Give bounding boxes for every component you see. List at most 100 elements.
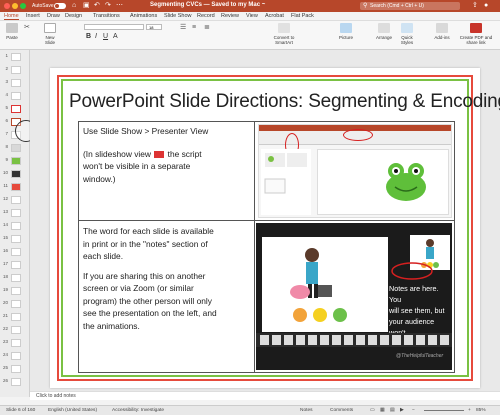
- font-family-dropdown[interactable]: [84, 24, 144, 30]
- tab-transitions[interactable]: Transitions: [93, 13, 120, 19]
- strip-thumb: [344, 335, 353, 345]
- slideshow-view-icon[interactable]: ▶: [400, 406, 404, 415]
- slide[interactable]: PowerPoint Slide Directions: Segmenting …: [50, 68, 500, 388]
- thumbnail-number: 20: [2, 300, 8, 305]
- thumbnail-number: 19: [2, 287, 8, 292]
- notes-annotation-circle: [391, 262, 433, 280]
- picture-button[interactable]: Picture: [336, 23, 356, 40]
- paste-button[interactable]: Paste: [4, 23, 20, 40]
- reading-view-icon[interactable]: ▤: [390, 406, 395, 415]
- notes-line: Notes are here. You: [389, 284, 439, 304]
- profile-icon[interactable]: ●: [484, 2, 488, 10]
- thumbnail-image: [11, 105, 21, 113]
- add-ins-icon: [436, 23, 448, 33]
- thumbnail-image: [11, 248, 21, 256]
- convert-smartart-button[interactable]: Convert to SmartArt: [266, 23, 302, 45]
- cell-text-line: The word for each slide is available: [83, 226, 214, 236]
- title-bar: AutoSave ⌂ ▣ ↶ ↷ ⋯ Segmenting CVCs — Sav…: [0, 0, 500, 12]
- tab-flat-pack[interactable]: Flat Pack: [291, 13, 314, 19]
- tab-review[interactable]: Review: [221, 13, 239, 19]
- maximize-window-button[interactable]: [20, 3, 26, 9]
- tab-design[interactable]: Design: [65, 13, 82, 19]
- cut-icon[interactable]: ✂: [24, 24, 30, 32]
- presenter-notes-screenshot: Notes are here. You will see them, but y…: [256, 223, 452, 370]
- bold-icon[interactable]: B: [86, 33, 91, 41]
- thumbnail-number: 8: [5, 144, 8, 149]
- home-icon[interactable]: ⌂: [72, 2, 76, 10]
- cell-text-fragment: (In slideshow view: [83, 148, 151, 159]
- cell-text-line: If you are sharing this on another: [83, 270, 206, 281]
- strip-thumb: [404, 335, 413, 345]
- tab-animations[interactable]: Animations: [130, 13, 157, 19]
- notes-input[interactable]: Click to add notes: [30, 391, 500, 400]
- create-pdf-button[interactable]: Create PDF and share link: [456, 23, 496, 45]
- tab-draw[interactable]: Draw: [47, 13, 60, 19]
- zoom-in-icon[interactable]: +: [468, 406, 471, 415]
- thumbnail-image: [11, 157, 21, 165]
- minimize-window-button[interactable]: [12, 3, 18, 9]
- new-slide-button[interactable]: New Slide: [40, 23, 60, 45]
- zoom-out-icon[interactable]: −: [412, 406, 415, 415]
- quick-styles-label: Quick Styles: [400, 35, 414, 45]
- zoom-slider[interactable]: [424, 410, 464, 411]
- arrange-label: Arrange: [375, 35, 392, 40]
- tab-insert[interactable]: Insert: [26, 13, 40, 19]
- strip-thumb: [416, 335, 425, 345]
- directions-table[interactable]: Use Slide Show > Presenter View (In slid…: [78, 121, 455, 373]
- tab-slide-show[interactable]: Slide Show: [164, 13, 192, 19]
- save-icon[interactable]: ▣: [83, 2, 90, 10]
- tab-view[interactable]: View: [246, 13, 258, 19]
- slide-navigator-strip: [256, 333, 452, 347]
- quick-styles-icon: [401, 23, 413, 33]
- thumbnail-number: 17: [2, 261, 8, 266]
- close-window-button[interactable]: [4, 3, 10, 9]
- cell-presenter-view: Use Slide Show > Presenter View (In slid…: [83, 125, 253, 185]
- thumbnail-image: [11, 300, 21, 308]
- undo-icon[interactable]: ↶: [94, 2, 100, 10]
- tab-record[interactable]: Record: [197, 13, 215, 19]
- slide-title[interactable]: PowerPoint Slide Directions: Segmenting …: [69, 91, 500, 113]
- thumbnail-number: 15: [2, 235, 8, 240]
- thumbnail-image: [11, 183, 21, 191]
- arrange-button[interactable]: Arrange: [374, 23, 394, 40]
- strip-thumb: [428, 335, 437, 345]
- accessibility-status[interactable]: Accessibility: Investigate: [112, 406, 164, 415]
- thumbnail-number: 21: [2, 313, 8, 318]
- frog-illustration: [386, 163, 426, 201]
- thumbnail-image: [11, 209, 21, 217]
- strip-thumb: [356, 335, 365, 345]
- share-icon[interactable]: ⇪: [472, 2, 478, 10]
- redo-icon[interactable]: ↷: [105, 2, 111, 10]
- thumbnail-number: 10: [2, 170, 8, 175]
- strip-thumb: [284, 335, 293, 345]
- slide-sorter-icon[interactable]: ▦: [380, 406, 385, 415]
- autosave-label: AutoSave: [32, 3, 54, 9]
- italic-icon[interactable]: I: [95, 33, 97, 41]
- align-icon[interactable]: ≣: [204, 24, 210, 32]
- thumbnail-number: 16: [2, 248, 8, 253]
- thumbnail-image: [11, 352, 21, 360]
- cell-notes-info: The word for each slide is available in …: [83, 225, 253, 332]
- underline-icon[interactable]: U: [103, 33, 108, 41]
- search-input[interactable]: Search (Cmd + Ctrl + U): [360, 2, 460, 10]
- quick-styles-button[interactable]: Quick Styles: [396, 23, 418, 45]
- cell-text-line: Use Slide Show > Presenter View: [83, 126, 209, 136]
- slideshow-icon: [153, 149, 166, 159]
- tab-home[interactable]: Home: [4, 13, 19, 20]
- add-ins-button[interactable]: Add-ins: [432, 23, 452, 40]
- comments-toggle[interactable]: Comments: [330, 406, 353, 415]
- normal-view-icon[interactable]: ▭: [370, 406, 375, 415]
- bullets-icon[interactable]: ☰: [180, 24, 186, 32]
- notes-toggle[interactable]: Notes: [300, 406, 313, 415]
- autosave-toggle[interactable]: [54, 3, 66, 9]
- zoom-level[interactable]: 85%: [476, 406, 486, 415]
- tab-acrobat[interactable]: Acrobat: [265, 13, 284, 19]
- cell-text-line: each slide.: [83, 251, 124, 261]
- font-color-icon[interactable]: A: [113, 33, 118, 41]
- language-status[interactable]: English (United States): [48, 406, 97, 415]
- more-icon[interactable]: ⋯: [116, 2, 123, 10]
- picture-icon: [340, 23, 352, 33]
- font-size-dropdown[interactable]: 18: [146, 24, 162, 30]
- thumbnail-number: 25: [2, 365, 8, 370]
- numbering-icon[interactable]: ≡: [192, 24, 196, 32]
